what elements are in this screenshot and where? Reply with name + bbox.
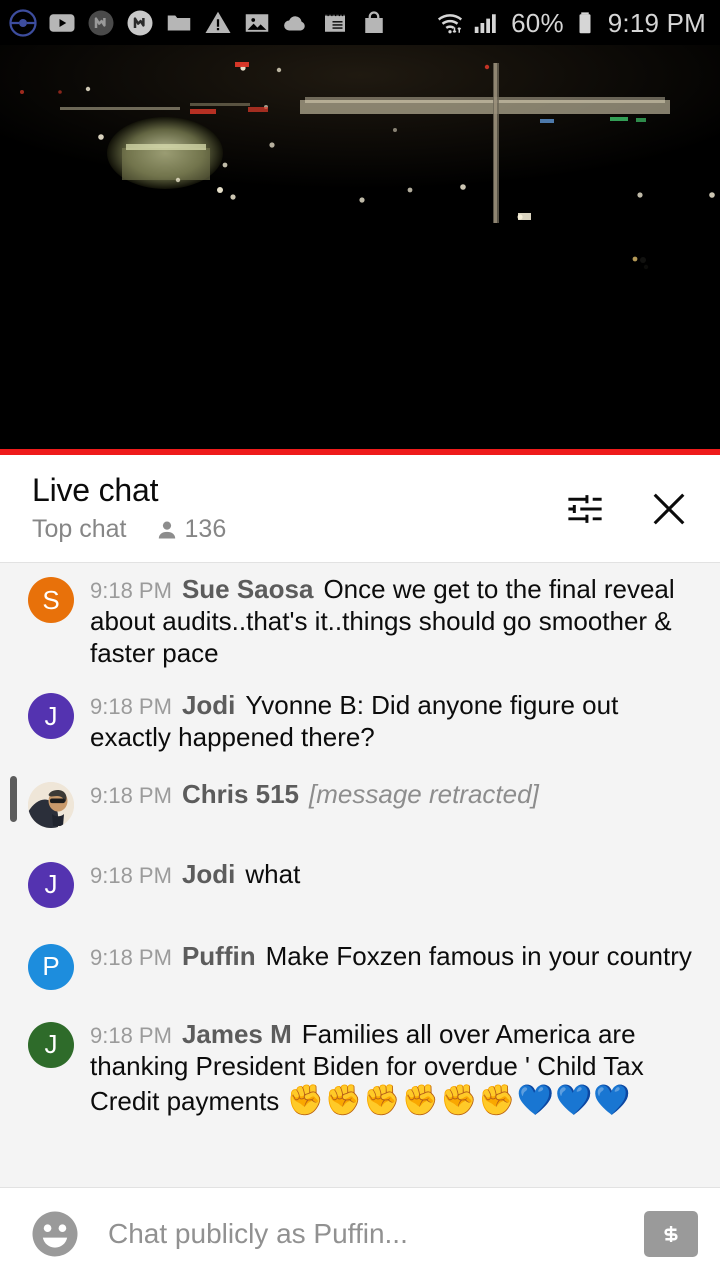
message-author[interactable]: Puffin (182, 941, 256, 971)
status-bar-system-icons: 60% 9:19 PM (435, 8, 706, 38)
wifi-icon (438, 13, 463, 33)
chat-message-body: 9:18 PM James M Families all over America … (90, 1018, 702, 1119)
message-text: Make Foxzen famous in your country (265, 940, 692, 971)
super-chat-dollar-icon (660, 1225, 682, 1243)
chat-settings-button[interactable] (562, 486, 608, 532)
avatar-photo (28, 781, 74, 828)
message-emojis: ✊✊✊✊✊✊💙💙💙 (286, 1083, 632, 1117)
cloud-icon (284, 15, 305, 30)
clock-label: 9:19 PM (607, 7, 706, 38)
live-chat-title: Live chat (32, 471, 159, 508)
tune-sliders-icon (568, 494, 602, 523)
live-chat-title-group: Live chat Top chat 136 (32, 471, 562, 544)
notepad-icon (325, 11, 345, 32)
message-highlight-marker (10, 775, 17, 822)
folder-icon (167, 15, 191, 30)
messenger-icon (127, 10, 153, 35)
chat-message[interactable]: J 9:18 PM Jodi what (0, 842, 720, 924)
viewer-count-group: 136 (155, 515, 227, 544)
chat-message[interactable]: 9:18 PM Chris 515 [message retracted] (0, 764, 720, 842)
chat-message-body: 9:18 PM Sue Saosa Once we get to the final… (90, 573, 702, 669)
avatar[interactable]: J (28, 861, 74, 908)
message-author[interactable]: Chris 515 (182, 779, 299, 809)
message-text: [message retracted] (309, 778, 539, 809)
chat-message[interactable]: S 9:18 PM Sue Saosa Once we get to the fin… (0, 563, 720, 679)
live-chat-header: Live chat Top chat 136 (0, 455, 720, 563)
chat-input-bar (0, 1187, 720, 1280)
image-icon (245, 13, 269, 32)
chat-message-body: 9:18 PM Puffin Make Foxzen famous in your … (90, 940, 702, 972)
avatar[interactable]: P (28, 943, 74, 990)
messenger-dark-icon (88, 10, 114, 35)
status-bar: 60% 9:19 PM (0, 0, 720, 45)
close-icon (653, 493, 685, 524)
live-chat-header-actions (562, 486, 700, 532)
cellular-signal-icon (474, 13, 496, 33)
shopping-bag-icon (365, 10, 383, 33)
message-text: Once we get to the final reveal about au… (90, 574, 675, 669)
chat-message-body: 9:18 PM Jodi Yvonne B: Did anyone figure o… (90, 689, 702, 753)
video-frame-night-cityscape (0, 45, 720, 449)
video-player[interactable] (0, 45, 720, 449)
avatar[interactable]: S (28, 577, 74, 623)
message-timestamp: 9:18 PM (90, 578, 172, 603)
chat-mode-label[interactable]: Top chat (32, 515, 127, 544)
avatar-initial: S (42, 584, 60, 615)
message-timestamp: 9:18 PM (90, 782, 172, 808)
warning-icon (205, 11, 231, 33)
battery-icon (579, 11, 591, 33)
message-author[interactable]: Sue Saosa (182, 574, 314, 604)
chat-input[interactable] (108, 1218, 644, 1250)
chat-message[interactable]: P 9:18 PM Puffin Make Foxzen famous in you… (0, 924, 720, 1006)
close-chat-button[interactable] (646, 486, 692, 532)
chat-message-body: 9:18 PM Chris 515 [message retracted] (90, 778, 702, 810)
message-timestamp: 9:18 PM (90, 862, 172, 888)
message-author[interactable]: James M (182, 1019, 292, 1049)
message-timestamp: 9:18 PM (90, 1022, 172, 1048)
chat-message[interactable]: J 9:18 PM Jodi Yvonne B: Did anyone figure… (0, 679, 720, 763)
super-chat-button[interactable] (644, 1211, 698, 1257)
viewer-count-label: 136 (184, 515, 227, 544)
avatar-initial: J (44, 700, 58, 731)
youtube-live-chat-screen: 60% 9:19 PM Live chat Top chat 136 S 9:1… (0, 0, 720, 1280)
avatar-initial: P (42, 951, 60, 982)
message-text: what (245, 858, 301, 889)
chat-message[interactable]: J 9:18 PM James M Families all over Americ… (0, 1006, 720, 1129)
message-author[interactable]: Jodi (182, 690, 235, 720)
person-icon (158, 521, 175, 539)
message-author[interactable]: Jodi (182, 859, 235, 889)
avatar[interactable]: J (28, 693, 74, 740)
avatar[interactable]: J (28, 1021, 74, 1068)
emoji-face-icon[interactable] (28, 1207, 82, 1261)
live-chat-subtitle-row: Top chat 136 (32, 515, 562, 544)
message-timestamp: 9:18 PM (90, 944, 172, 970)
chat-message-body: 9:18 PM Jodi what (90, 858, 702, 890)
avatar[interactable] (28, 781, 74, 828)
battery-percent-label: 60% (511, 7, 564, 38)
status-bar-notification-icons (8, 8, 435, 38)
youtube-icon (49, 13, 75, 32)
pokemon-go-icon (9, 8, 37, 37)
live-chat-message-list[interactable]: S 9:18 PM Sue Saosa Once we get to the fin… (0, 563, 720, 1187)
avatar-initial: J (44, 869, 58, 900)
avatar-initial: J (44, 1029, 58, 1060)
message-timestamp: 9:18 PM (90, 694, 172, 720)
